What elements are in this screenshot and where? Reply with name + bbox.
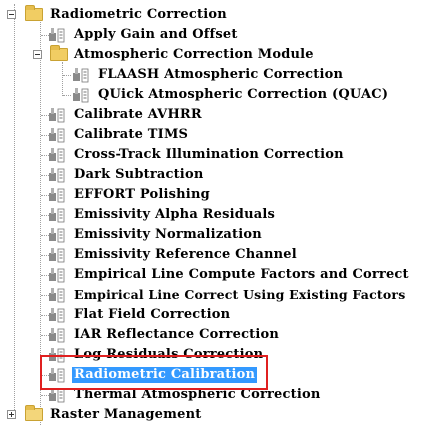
tree-item-label: Radiometric Calibration [72, 367, 258, 383]
tree-item-label: Log Residuals Correction [74, 347, 264, 362]
tool-icon [49, 348, 65, 363]
tree-item-label: Flat Field Correction [74, 307, 231, 322]
tree-node-raster-management[interactable]: Raster Management [0, 405, 434, 425]
tool-icon [49, 208, 65, 223]
tree-item-label: QUick Atmospheric Correction (QUAC) [98, 87, 389, 102]
tree-item-emissivity-normalization[interactable]: Emissivity Normalization [0, 225, 434, 245]
tree-item-empirical-existing[interactable]: Empirical Line Correct Using Existing Fa… [0, 285, 434, 305]
tree-item-calibrate-avhrr[interactable]: Calibrate AVHRR [0, 105, 434, 125]
tool-icon [49, 128, 65, 143]
toolbox-tree: Radiometric Correction Apply Gain and Of… [0, 0, 434, 430]
tree-node-label: Raster Management [50, 407, 202, 422]
tree-item-emissivity-alpha[interactable]: Emissivity Alpha Residuals [0, 205, 434, 225]
collapse-toggle[interactable] [7, 10, 16, 19]
tree-connector [63, 75, 71, 76]
tree-item-log-residuals[interactable]: Log Residuals Correction [0, 345, 434, 365]
tool-icon [49, 368, 65, 383]
tree-item-empirical-compute[interactable]: Empirical Line Compute Factors and Corre… [0, 265, 434, 285]
tree-item-apply-gain-offset[interactable]: Apply Gain and Offset [0, 25, 434, 45]
tree-node-radiometric-correction[interactable]: Radiometric Correction [0, 5, 434, 25]
tree-item-cross-track[interactable]: Cross-Track Illumination Correction [0, 145, 434, 165]
tree-item-label: Thermal Atmospheric Correction [74, 387, 321, 402]
folder-open-icon [25, 5, 43, 21]
expand-toggle[interactable] [7, 410, 16, 419]
tool-icon [49, 168, 65, 183]
collapse-toggle[interactable] [33, 50, 42, 59]
tree-item-effort-polishing[interactable]: EFFORT Polishing [0, 185, 434, 205]
tree-item-iar-reflectance[interactable]: IAR Reflectance Correction [0, 325, 434, 345]
tree-item-label: Apply Gain and Offset [74, 27, 238, 42]
tool-icon [49, 248, 65, 263]
tree-item-radiometric-calibration[interactable]: Radiometric Calibration [0, 365, 434, 385]
tree-item-label: Empirical Line Compute Factors and Corre… [74, 267, 409, 282]
tool-icon [49, 288, 65, 303]
tool-icon [49, 228, 65, 243]
tool-icon [49, 148, 65, 163]
tree-node-atmospheric-correction-module[interactable]: Atmospheric Correction Module [0, 45, 434, 65]
tree-item-emissivity-reference[interactable]: Emissivity Reference Channel [0, 245, 434, 265]
tree-item-label: Emissivity Reference Channel [74, 247, 297, 262]
tree-item-label: IAR Reflectance Correction [74, 327, 280, 342]
tree-item-label: EFFORT Polishing [74, 187, 210, 202]
tool-icon [73, 68, 89, 83]
tool-icon [49, 388, 65, 403]
tree-item-label: Calibrate AVHRR [74, 107, 202, 122]
tree-connector [63, 95, 71, 96]
folder-closed-icon [25, 405, 43, 421]
tree-item-thermal-atmospheric[interactable]: Thermal Atmospheric Correction [0, 385, 434, 405]
tool-icon [49, 268, 65, 283]
tool-icon [49, 328, 65, 343]
tree-item-label: FLAASH Atmospheric Correction [98, 67, 344, 82]
tree-item-quac[interactable]: QUick Atmospheric Correction (QUAC) [0, 85, 434, 105]
tree-item-calibrate-tims[interactable]: Calibrate TIMS [0, 125, 434, 145]
tree-item-label: Emissivity Normalization [74, 227, 262, 242]
tool-icon [49, 188, 65, 203]
tree-item-label: Emissivity Alpha Residuals [74, 207, 276, 222]
tree-node-label: Atmospheric Correction Module [74, 47, 314, 62]
tree-item-flaash[interactable]: FLAASH Atmospheric Correction [0, 65, 434, 85]
tool-icon [49, 108, 65, 123]
tool-icon [49, 28, 65, 43]
tree-node-label: Radiometric Correction [50, 7, 227, 22]
tool-icon [49, 308, 65, 323]
tree-item-flat-field[interactable]: Flat Field Correction [0, 305, 434, 325]
tree-item-label: Dark Subtraction [74, 167, 204, 182]
tool-icon [73, 88, 89, 103]
tree-item-label: Empirical Line Correct Using Existing Fa… [74, 287, 406, 302]
tree-item-dark-subtraction[interactable]: Dark Subtraction [0, 165, 434, 185]
tree-item-label: Calibrate TIMS [74, 127, 189, 142]
folder-open-icon [50, 45, 68, 61]
tree-item-label: Cross-Track Illumination Correction [74, 147, 344, 162]
